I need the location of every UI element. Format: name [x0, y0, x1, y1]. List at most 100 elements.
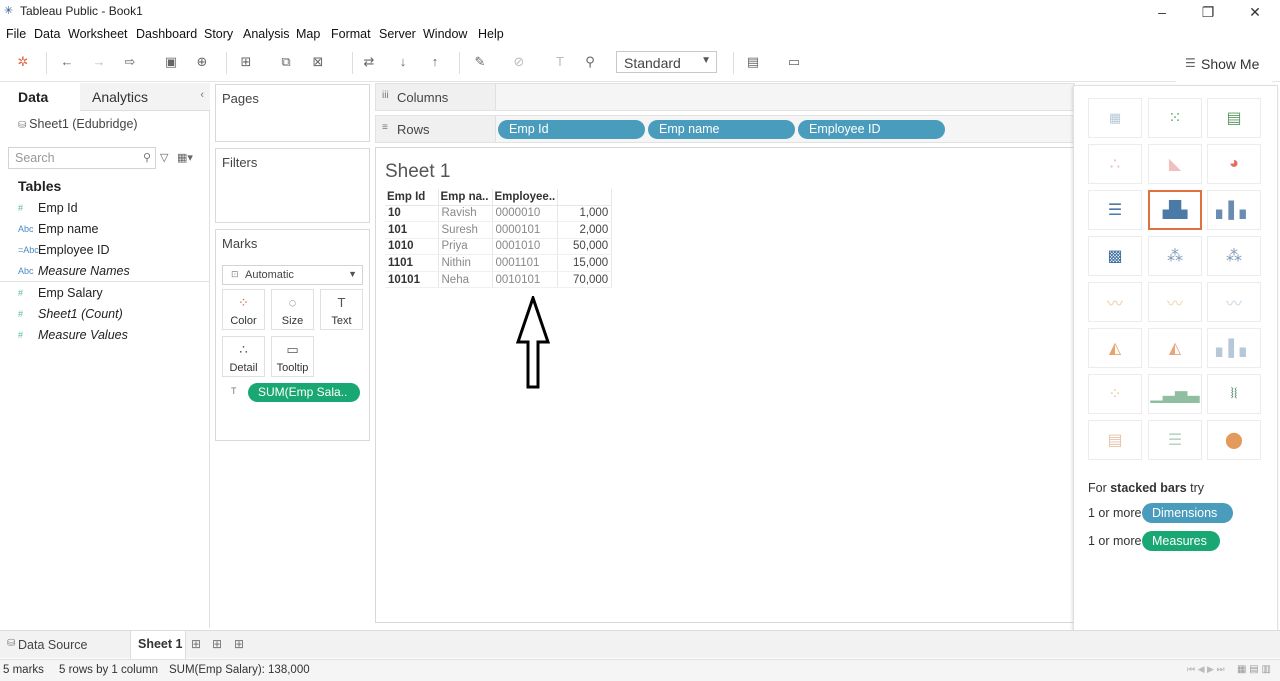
chart-packed-bubbles[interactable]: ⬤	[1207, 420, 1261, 460]
chart-side-by-side-bars[interactable]: ▖▌▖	[1207, 190, 1261, 230]
redo-icon[interactable]: →	[91, 54, 107, 70]
show-me-button[interactable]: ☰ Show Me	[1176, 48, 1272, 82]
chart-area-continuous[interactable]: ◭	[1088, 328, 1142, 368]
swap-icon[interactable]: ⇄	[361, 54, 377, 70]
cell[interactable]: 2,000	[557, 221, 613, 239]
menu-file[interactable]: File	[6, 27, 26, 41]
chart-symbol-map[interactable]: ∴	[1088, 144, 1142, 184]
chart-circle-views[interactable]: ⁂	[1148, 236, 1202, 276]
restore-icon[interactable]: ❐	[1193, 2, 1223, 22]
chart-lines-discrete[interactable]: 〰	[1148, 282, 1202, 322]
menu-server[interactable]: Server	[379, 27, 416, 41]
pages-card[interactable]: Pages	[215, 84, 370, 142]
cell[interactable]: 0000010	[492, 205, 559, 223]
new-dashboard-icon[interactable]: ⊞	[212, 637, 222, 651]
data-source-tab[interactable]: ⛁ Data Source	[0, 631, 128, 659]
chart-histogram[interactable]: ▁▃▅▃	[1148, 374, 1202, 414]
tab-data[interactable]: Data	[0, 83, 80, 111]
presentation-icon[interactable]: ▭	[786, 54, 802, 70]
chart-box-and-whisker[interactable]: ⧘⧙	[1207, 374, 1261, 414]
cell[interactable]: Neha	[438, 271, 493, 289]
cell[interactable]: 0001010	[492, 238, 559, 256]
header-employee-id[interactable]: Employee..	[492, 189, 559, 206]
cell[interactable]: Priya	[438, 238, 493, 256]
show-cards-icon[interactable]: ▤	[745, 54, 761, 70]
collapse-icon[interactable]: ‹	[200, 89, 204, 101]
cell[interactable]: 1101	[385, 254, 439, 272]
minimize-icon[interactable]: –	[1147, 2, 1177, 22]
new-worksheet-icon[interactable]: ⊞	[191, 637, 201, 651]
chart-lines-continuous[interactable]: 〰	[1088, 282, 1142, 322]
cell[interactable]: 10	[385, 205, 439, 223]
cell[interactable]: 0010101	[492, 271, 559, 289]
undo-icon[interactable]: ←	[59, 54, 75, 70]
cell[interactable]: Suresh	[438, 221, 493, 239]
menu-window[interactable]: Window	[423, 27, 467, 41]
chart-dual-lines[interactable]: 〰	[1207, 282, 1261, 322]
cell[interactable]: 10101	[385, 271, 439, 289]
sort-ascending-icon[interactable]: ↓	[395, 54, 411, 70]
chart-pie[interactable]: ◕	[1207, 144, 1261, 184]
cell[interactable]: 70,000	[557, 271, 613, 289]
text-button[interactable]: T Text	[320, 289, 363, 330]
columns-shelf[interactable]: iii Columns	[375, 83, 1075, 111]
cell[interactable]: Ravish	[438, 205, 493, 223]
tableau-home-icon[interactable]: ✲	[15, 54, 31, 70]
cell[interactable]: 0000101	[492, 221, 559, 239]
tab-analytics[interactable]: Analytics ‹	[80, 83, 210, 111]
cell[interactable]: 50,000	[557, 238, 613, 256]
cell[interactable]: 0001101	[492, 254, 559, 272]
new-story-icon[interactable]: ⊞	[234, 637, 244, 651]
row-pill-emp-name[interactable]: Emp name	[648, 120, 795, 139]
color-button[interactable]: ⁘ Color	[222, 289, 265, 330]
menu-format[interactable]: Format	[331, 27, 371, 41]
menu-data[interactable]: Data	[34, 27, 60, 41]
cell[interactable]: 1,000	[557, 205, 613, 223]
chart-horizontal-bars[interactable]: ☰	[1088, 190, 1142, 230]
menu-worksheet[interactable]: Worksheet	[68, 27, 128, 41]
view-mode-icons[interactable]: ▦ ▤ ▥	[1237, 664, 1271, 675]
chart-treemap[interactable]: ▩	[1088, 236, 1142, 276]
replay-icon[interactable]: ⇨	[122, 54, 138, 70]
filter-icon[interactable]: ▽	[160, 151, 168, 164]
fit-select[interactable]: Standard ▼	[616, 51, 717, 73]
pin-icon[interactable]: ⚲	[582, 54, 598, 70]
header-emp-id[interactable]: Emp Id	[385, 189, 439, 206]
worksheet-view[interactable]: Sheet 1 Emp Id Emp na.. Employee.. 10 Ra…	[375, 147, 1075, 623]
sheet-1-tab[interactable]: Sheet 1	[130, 631, 186, 659]
chart-side-by-side-circles[interactable]: ⁂	[1207, 236, 1261, 276]
cell[interactable]: Nithin	[438, 254, 493, 272]
sort-descending-icon[interactable]: ↑	[427, 54, 443, 70]
chart-scatter-plot[interactable]: ⁘	[1088, 374, 1142, 414]
group-icon[interactable]: ⊘	[511, 54, 527, 70]
chart-stacked-bars[interactable]: ▟▙	[1148, 190, 1202, 230]
menu-map[interactable]: Map	[296, 27, 320, 41]
chart-text-table[interactable]: ▦	[1088, 98, 1142, 138]
cell[interactable]: 1010	[385, 238, 439, 256]
highlight-icon[interactable]: ✎	[472, 54, 488, 70]
row-pill-emp-id[interactable]: Emp Id	[498, 120, 645, 139]
duplicate-sheet-icon[interactable]: ⧉	[278, 54, 294, 70]
new-datasource-icon[interactable]: ⊕	[194, 54, 210, 70]
chart-gantt[interactable]: ▤	[1088, 420, 1142, 460]
chart-heat-map[interactable]: ⁙	[1148, 98, 1202, 138]
cell[interactable]: 101	[385, 221, 439, 239]
datasource-item[interactable]: ⛁ Sheet1 (Edubridge)	[18, 117, 138, 131]
chart-highlight-table[interactable]: ▤	[1207, 98, 1261, 138]
row-pill-employee-id[interactable]: Employee ID	[798, 120, 945, 139]
menu-analysis[interactable]: Analysis	[243, 27, 290, 41]
labels-icon[interactable]: T	[552, 54, 568, 70]
new-worksheet-icon[interactable]: ⊞	[238, 54, 254, 70]
chart-bullet-graph[interactable]: ☰	[1148, 420, 1202, 460]
save-icon[interactable]: ▣	[163, 54, 179, 70]
filters-card[interactable]: Filters	[215, 148, 370, 223]
rows-shelf[interactable]: ≡ Rows Emp Id Emp name Employee ID	[375, 115, 1075, 143]
view-options-icon[interactable]: ▦▾	[177, 151, 193, 164]
chart-filled-map[interactable]: ◣	[1148, 144, 1202, 184]
tooltip-button[interactable]: ▭ Tooltip	[271, 336, 314, 377]
menu-help[interactable]: Help	[478, 27, 504, 41]
detail-button[interactable]: ∴ Detail	[222, 336, 265, 377]
sum-emp-salary-pill[interactable]: SUM(Emp Sala..	[248, 383, 360, 402]
search-input[interactable]: Search ⚲	[8, 147, 156, 169]
size-button[interactable]: ◌ Size	[271, 289, 314, 330]
